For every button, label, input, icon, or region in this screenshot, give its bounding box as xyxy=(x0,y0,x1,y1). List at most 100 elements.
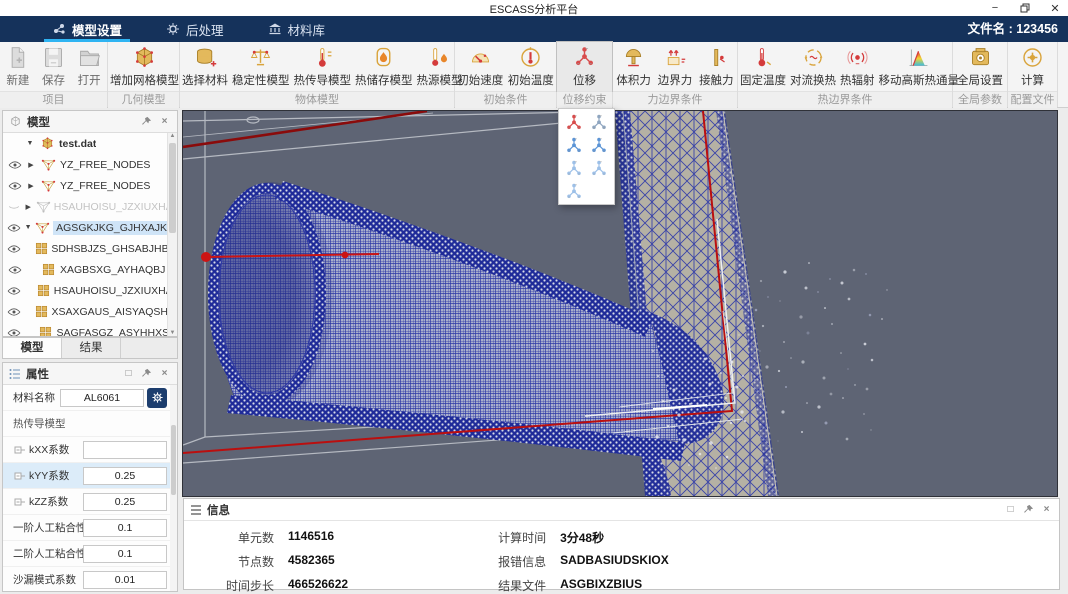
menu-tab-2[interactable]: 后处理 xyxy=(144,16,246,42)
gauss-flux-button[interactable]: 移动高斯热通量 xyxy=(877,42,962,91)
close-icon[interactable]: × xyxy=(1040,503,1053,516)
side-tab-result[interactable]: 结果 xyxy=(62,338,121,358)
property-value-input[interactable] xyxy=(83,571,167,589)
eye-open-icon[interactable] xyxy=(7,307,21,317)
property-value-input[interactable] xyxy=(83,441,167,459)
pin-icon[interactable] xyxy=(140,115,153,128)
post-process-icon xyxy=(166,22,180,36)
pin-icon[interactable] xyxy=(1022,503,1035,516)
displacement-button[interactable]: 位移 xyxy=(557,42,612,91)
initial-velocity-button[interactable]: 初始速度 xyxy=(455,42,506,91)
mesh-grid-icon xyxy=(35,242,49,255)
tree-item[interactable]: SAGFASGZ_ASYHHXSN xyxy=(3,322,167,336)
heat-conduction-button[interactable]: 热传导模型 xyxy=(292,42,354,91)
new-file-button[interactable]: 新建 xyxy=(0,42,36,91)
side-tab-model[interactable]: 模型 xyxy=(3,338,62,358)
triad-option-5[interactable] xyxy=(561,157,587,180)
toolbar-button-label: 固定温度 xyxy=(740,72,786,88)
compute-button[interactable]: 计算 xyxy=(1008,42,1057,91)
tree-item[interactable]: SDHSBJZS_GHSABJHB_ZAHU xyxy=(3,238,167,259)
chevron-right-icon[interactable]: ▶ xyxy=(26,161,36,169)
menu-tab-1[interactable]: 模型设置 xyxy=(30,16,144,42)
pin-icon[interactable] xyxy=(140,367,153,380)
triad-option-2[interactable] xyxy=(587,111,613,134)
stability-model-button[interactable]: 稳定性模型 xyxy=(230,42,292,91)
close-icon[interactable]: × xyxy=(158,367,171,380)
contact-force-button[interactable]: 接触力 xyxy=(696,42,737,91)
triad-option-1[interactable] xyxy=(561,111,587,134)
properties-scrollbar[interactable] xyxy=(170,385,177,591)
convection-button[interactable]: 对流换热 xyxy=(788,42,838,91)
property-label: 沙漏模式系数 xyxy=(13,572,83,587)
fixed-temperature-button[interactable]: 固定温度 xyxy=(738,42,788,91)
select-material-button[interactable]: 选择材料 xyxy=(180,42,230,91)
triad-option-6[interactable] xyxy=(587,157,613,180)
scroll-down-icon[interactable]: ▼ xyxy=(168,330,177,336)
property-value-input[interactable] xyxy=(83,493,167,511)
close-icon[interactable]: × xyxy=(158,115,171,128)
open-folder-button[interactable]: 打开 xyxy=(71,42,107,91)
eye-closed-icon[interactable] xyxy=(7,202,21,212)
tree-item[interactable]: ▶YZ_FREE_NODES xyxy=(3,175,167,196)
restore-icon[interactable]: □ xyxy=(1004,503,1017,516)
add-mesh-model-button[interactable]: 增加网格模型 xyxy=(108,42,181,91)
material-settings-button[interactable] xyxy=(147,388,167,408)
eye-open-icon[interactable] xyxy=(7,244,21,254)
menu-tab-3[interactable]: 材料库 xyxy=(246,16,348,42)
displacement-icon xyxy=(572,45,597,70)
toolbar: 新建保存打开项目增加网格模型几何模型选择材料稳定性模型热传导模型热储存模型热源模… xyxy=(0,42,1068,108)
tree-item-label: HSAUHOISU_JZXIUXHAHX xyxy=(54,201,167,213)
save-icon xyxy=(41,45,66,70)
restore-button[interactable] xyxy=(1018,1,1032,15)
save-button[interactable]: 保存 xyxy=(36,42,72,91)
property-label: kYY系数 xyxy=(29,468,83,483)
toolbar-button-label: 新建 xyxy=(6,72,29,88)
properties-list-icon xyxy=(9,368,21,380)
triad-option-3[interactable] xyxy=(561,134,587,157)
radiation-button[interactable]: 热辐射 xyxy=(838,42,877,91)
eye-open-icon[interactable] xyxy=(7,223,21,233)
chevron-right-icon[interactable]: ▶ xyxy=(26,182,36,190)
property-label: 热传导模型 xyxy=(13,416,167,431)
radiation-icon xyxy=(845,45,870,70)
property-value-input[interactable] xyxy=(83,519,167,537)
initial-temperature-icon xyxy=(518,45,543,70)
triad-option-4[interactable] xyxy=(587,134,613,157)
close-button[interactable]: ✕ xyxy=(1048,1,1062,15)
heat-storage-button[interactable]: 热储存模型 xyxy=(353,42,415,91)
tree-item-label: HSAUHOISU_JZXIUXHAHX xyxy=(54,285,167,297)
tree-scrollbar[interactable]: ▲ ▼ xyxy=(167,133,177,336)
chevron-down-icon[interactable]: ▼ xyxy=(24,224,32,231)
tree-item[interactable]: ▶ HSAUHOISU_JZXIUXHAHX xyxy=(3,196,167,217)
info-field-label: 报错信息 xyxy=(468,553,546,570)
material-name-input[interactable] xyxy=(60,389,144,407)
tree-item[interactable]: XAGBSXG_AYHAQBJ xyxy=(3,259,167,280)
tree-item[interactable]: ▶YZ_FREE_NODES xyxy=(3,154,167,175)
viewport-3d-scene[interactable] xyxy=(182,110,1058,497)
property-value-input[interactable] xyxy=(83,545,167,563)
tree-item[interactable]: XSAXGAUS_AISYAQSH_ASHX xyxy=(3,301,167,322)
eye-open-icon[interactable] xyxy=(7,160,23,170)
body-force-button[interactable]: 体积力 xyxy=(613,42,654,91)
tree-item[interactable]: ▼test.dat xyxy=(3,133,167,154)
initial-temperature-button[interactable]: 初始温度 xyxy=(506,42,557,91)
boundary-force-button[interactable]: 边界力 xyxy=(654,42,695,91)
minimize-button[interactable]: − xyxy=(988,1,1002,15)
eye-open-icon[interactable] xyxy=(7,181,23,191)
chevron-right-icon[interactable]: ▶ xyxy=(24,203,32,211)
triad-option-7[interactable] xyxy=(561,180,587,203)
global-settings-button[interactable]: 全局设置 xyxy=(953,42,1007,91)
info-list-icon xyxy=(190,504,202,516)
tree-item[interactable]: ▼AGSGKJKG_GJHXAJKHXA xyxy=(3,217,167,238)
eye-open-icon[interactable] xyxy=(7,265,23,275)
scroll-up-icon[interactable]: ▲ xyxy=(168,133,177,139)
eye-open-icon[interactable] xyxy=(7,286,21,296)
restore-icon[interactable]: □ xyxy=(122,367,135,380)
menu-tab-label: 模型设置 xyxy=(72,20,122,39)
tree-item[interactable]: HSAUHOISU_JZXIUXHAHX xyxy=(3,280,167,301)
info-field-label: 计算时间 xyxy=(468,529,546,546)
property-label: kXX系数 xyxy=(29,442,83,457)
chevron-down-icon[interactable]: ▼ xyxy=(25,140,35,147)
eye-open-icon[interactable] xyxy=(7,328,22,337)
property-value-input[interactable] xyxy=(83,467,167,485)
